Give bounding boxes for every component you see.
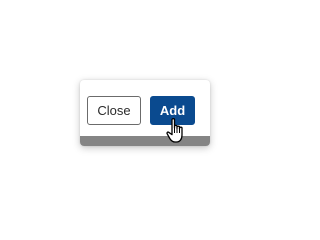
hand-pointer-icon	[166, 118, 183, 143]
footer-bar	[80, 136, 210, 146]
dialog-footer: Close Add	[80, 80, 210, 146]
screen: Close Add	[0, 0, 290, 228]
close-button[interactable]: Close	[87, 96, 141, 125]
